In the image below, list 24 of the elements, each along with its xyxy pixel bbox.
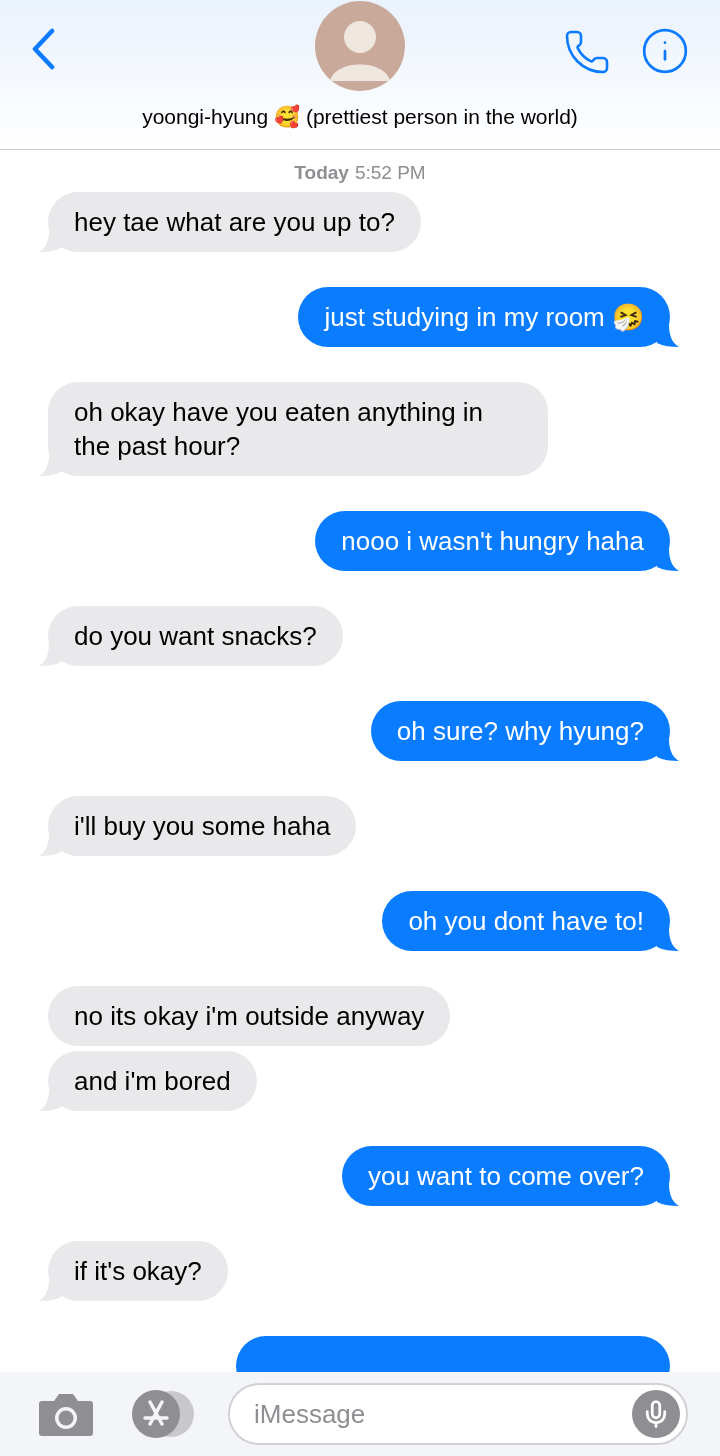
avatar[interactable] bbox=[315, 1, 405, 91]
sent-message: oh you dont have to! bbox=[382, 891, 670, 951]
message-field[interactable]: iMessage bbox=[254, 1394, 632, 1434]
contact-name: yoongi-hyung 🥰 (prettiest person in the world) bbox=[142, 104, 578, 130]
received-message: hey tae what are you up to? bbox=[48, 192, 421, 252]
sent-message: oh sure? why hyung? bbox=[370, 701, 670, 761]
message-input[interactable]: iMessage bbox=[228, 1383, 688, 1445]
received-message: oh okay have you eaten anything in the past hour? bbox=[48, 382, 548, 476]
received-message: i'll buy you some haha bbox=[48, 796, 357, 856]
app-store-icon[interactable] bbox=[130, 1390, 196, 1438]
camera-icon[interactable] bbox=[38, 1391, 94, 1437]
timestamp-time: 5:52 PM bbox=[354, 162, 426, 184]
mic-button[interactable] bbox=[632, 1390, 680, 1438]
phone-icon[interactable] bbox=[563, 28, 611, 76]
received-message: if it's okay? bbox=[48, 1241, 228, 1301]
sent-message: nooo i wasn't hungry haha bbox=[315, 511, 670, 571]
timestamp-day: Today bbox=[294, 162, 349, 184]
info-icon[interactable] bbox=[640, 26, 690, 76]
received-message: no its okay i'm outside anyway bbox=[48, 986, 451, 1046]
received-message: do you want snacks? bbox=[48, 606, 343, 666]
back-icon[interactable] bbox=[30, 28, 56, 70]
sent-message: you want to come over? bbox=[341, 1146, 670, 1206]
received-message: and i'm bored bbox=[48, 1051, 257, 1111]
sent-message: just studying in my room 🤧 bbox=[298, 287, 670, 347]
